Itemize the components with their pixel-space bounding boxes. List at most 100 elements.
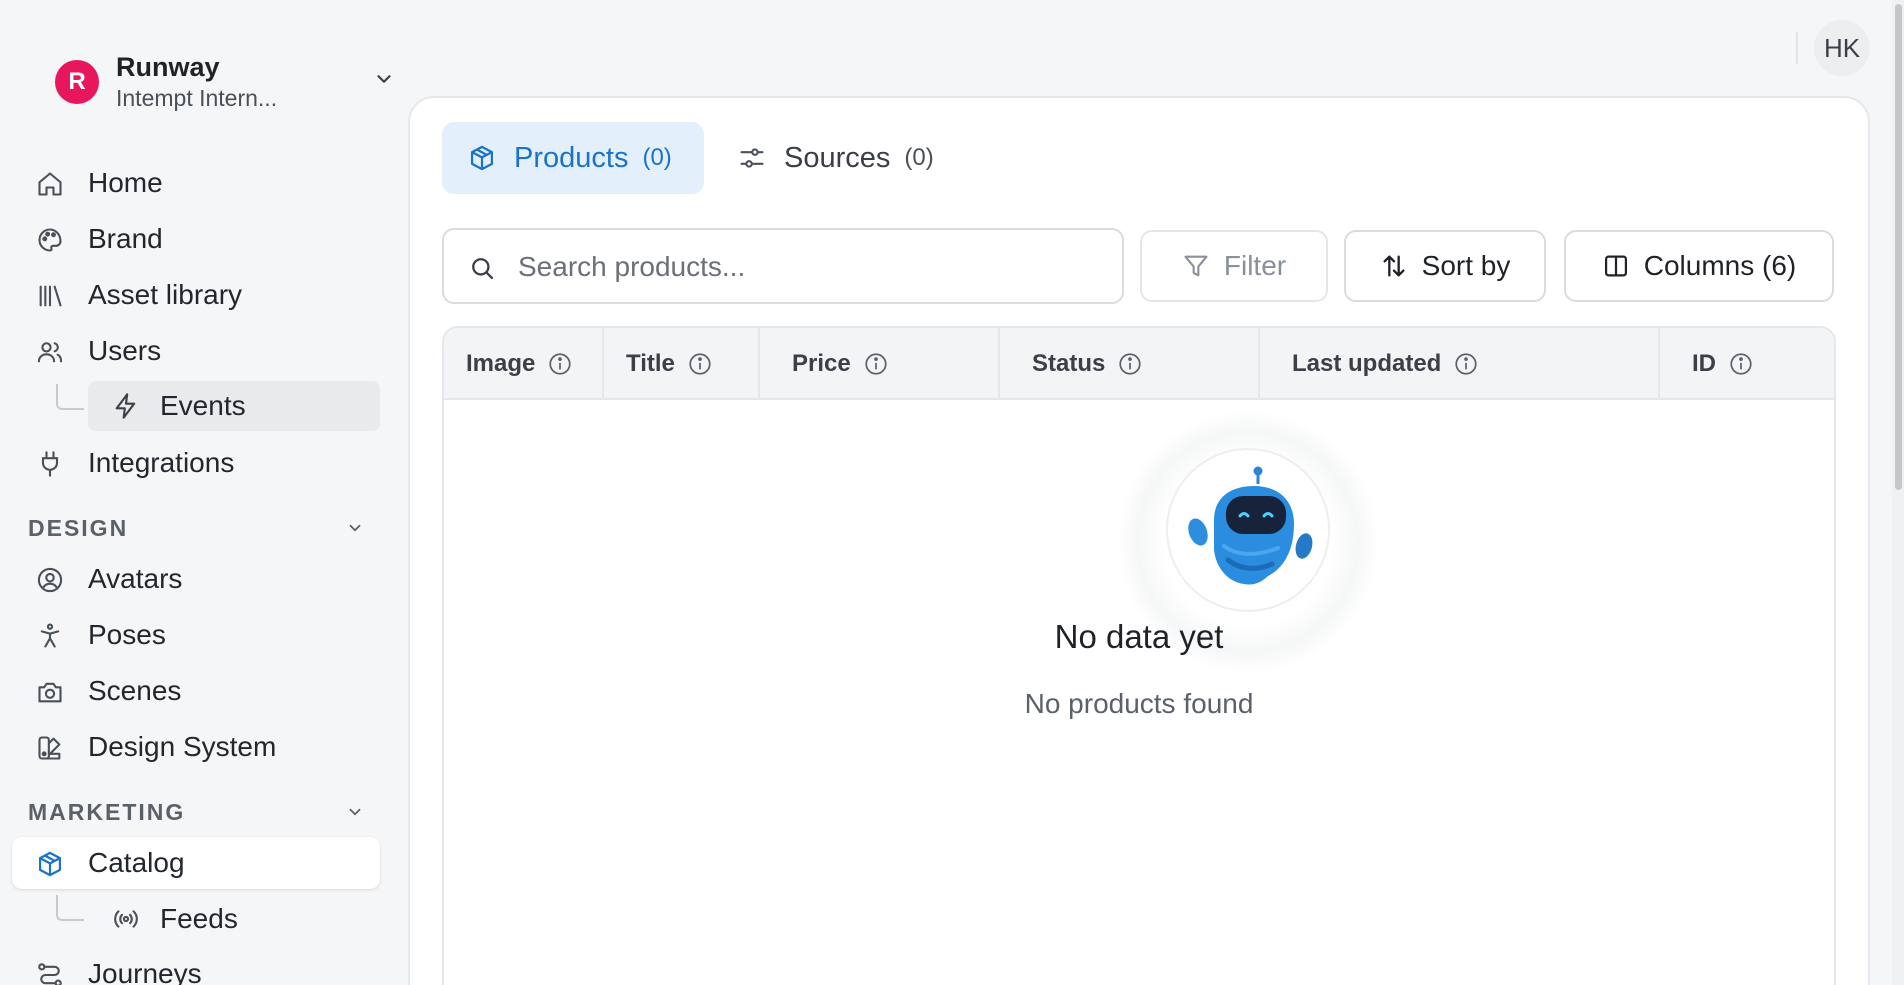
column-label: Image xyxy=(466,350,536,377)
sidebar-item-label: Integrations xyxy=(88,447,235,478)
sidebar-item-label: Catalog xyxy=(88,847,185,878)
info-icon[interactable] xyxy=(1117,351,1143,377)
columns-button[interactable]: Columns (6) xyxy=(1564,230,1834,302)
column-label: Last updated xyxy=(1292,350,1442,377)
filter-icon xyxy=(1182,252,1210,280)
sidebar-item-poses[interactable]: Poses xyxy=(12,609,380,661)
columns-icon xyxy=(1602,252,1630,280)
sidebar-item-label: Design System xyxy=(88,731,277,762)
column-header-last-updated[interactable]: Last updated xyxy=(1260,328,1660,400)
org-subtitle: Intempt Intern... xyxy=(116,85,278,111)
box-icon xyxy=(36,850,64,878)
section-heading: DESIGN xyxy=(28,514,129,541)
search-icon xyxy=(472,258,494,280)
sidebar-item-label: Feeds xyxy=(160,903,238,934)
sort-arrows-icon xyxy=(1380,252,1408,280)
sidebar-item-label: Brand xyxy=(88,223,163,254)
swatch-icon xyxy=(36,734,64,762)
sidebar-item-label: Scenes xyxy=(88,675,182,706)
empty-state-subtitle: No products found xyxy=(1024,688,1254,719)
sidebar-item-label: Events xyxy=(160,390,246,421)
tab-count: (0) xyxy=(642,144,672,171)
tab-products[interactable]: Products (0) xyxy=(442,122,704,194)
section-design[interactable]: DESIGN xyxy=(28,510,380,546)
org-name: Runway xyxy=(116,52,220,82)
info-icon[interactable] xyxy=(1453,351,1479,377)
column-header-title[interactable]: Title xyxy=(604,328,760,400)
users-icon xyxy=(36,338,64,366)
sidebar-item-integrations[interactable]: Integrations xyxy=(12,437,380,489)
sidebar-item-avatars[interactable]: Avatars xyxy=(12,553,380,605)
palette-icon xyxy=(36,226,64,254)
bolt-icon xyxy=(112,392,140,420)
sidebar-item-label: Asset library xyxy=(88,279,243,310)
column-header-status[interactable]: Status xyxy=(1000,328,1260,400)
search-box xyxy=(442,228,1124,304)
user-circle-icon xyxy=(36,566,64,594)
info-icon[interactable] xyxy=(863,351,889,377)
robot-mascot-icon xyxy=(1166,448,1330,612)
main-panel: Products (0) Sources (0) Filter Sort by … xyxy=(408,96,1870,985)
info-icon[interactable] xyxy=(547,351,573,377)
column-label: Status xyxy=(1032,350,1106,377)
column-header-price[interactable]: Price xyxy=(760,328,1000,400)
info-icon[interactable] xyxy=(687,351,713,377)
tab-label: Sources xyxy=(784,141,891,174)
chevron-down-icon xyxy=(349,524,361,532)
library-icon xyxy=(36,282,64,310)
sidebar-item-feeds[interactable]: Feeds xyxy=(88,894,380,944)
chevron-down-icon xyxy=(349,808,361,816)
sidebar-item-design-system[interactable]: Design System xyxy=(12,721,380,773)
section-marketing[interactable]: MARKETING xyxy=(28,794,380,830)
sidebar-item-events[interactable]: Events xyxy=(88,381,380,431)
column-label: Price xyxy=(792,350,851,377)
scrollbar-thumb[interactable] xyxy=(1895,4,1902,490)
broadcast-icon xyxy=(112,905,140,933)
tab-sources[interactable]: Sources (0) xyxy=(712,122,942,194)
filter-label: Filter xyxy=(1223,250,1287,281)
filter-button[interactable]: Filter xyxy=(1140,230,1328,302)
column-label: Title xyxy=(626,350,675,377)
sidebar-item-home[interactable]: Home xyxy=(12,157,380,209)
sidebar: R Runway Intempt Intern... Home Brand As… xyxy=(0,0,392,985)
empty-state: No data yet No products found xyxy=(444,400,1834,985)
chevron-down-icon xyxy=(377,75,391,83)
route-icon xyxy=(36,961,64,985)
home-icon xyxy=(36,170,64,198)
sidebar-item-label: Journeys xyxy=(88,958,202,985)
sidebar-item-label: Home xyxy=(88,167,163,198)
sidebar-item-label: Avatars xyxy=(88,563,183,594)
sidebar-item-brand[interactable]: Brand xyxy=(12,213,380,265)
column-label: ID xyxy=(1692,350,1716,377)
products-table: Image Title Price Status Last updated ID xyxy=(442,326,1836,985)
tree-connector xyxy=(56,384,84,410)
box-icon xyxy=(468,144,496,172)
columns-label: Columns (6) xyxy=(1643,250,1797,281)
sort-button[interactable]: Sort by xyxy=(1344,230,1546,302)
sidebar-item-users[interactable]: Users xyxy=(12,325,380,377)
sidebar-item-label: Poses xyxy=(88,619,166,650)
table-header: Image Title Price Status Last updated ID xyxy=(444,328,1834,400)
header-divider xyxy=(1796,32,1798,64)
sidebar-item-catalog[interactable]: Catalog xyxy=(12,837,380,889)
user-avatar[interactable]: HK xyxy=(1814,20,1870,76)
plug-icon xyxy=(36,450,64,478)
sidebar-item-asset-library[interactable]: Asset library xyxy=(12,269,380,321)
sliders-icon xyxy=(738,144,766,172)
camera-icon xyxy=(36,678,64,706)
sidebar-item-label: Users xyxy=(88,335,162,366)
search-input[interactable] xyxy=(518,246,1108,288)
sort-label: Sort by xyxy=(1421,250,1511,281)
empty-state-title: No data yet xyxy=(1054,618,1224,655)
sidebar-item-scenes[interactable]: Scenes xyxy=(12,665,380,717)
org-avatar: R xyxy=(55,60,99,104)
person-pose-icon xyxy=(36,622,64,650)
org-switcher[interactable]: R Runway Intempt Intern... xyxy=(55,48,391,116)
section-heading: MARKETING xyxy=(28,798,186,825)
tab-label: Products xyxy=(514,141,629,174)
tab-count: (0) xyxy=(904,144,934,171)
column-header-image[interactable]: Image xyxy=(444,328,604,400)
column-header-id[interactable]: ID xyxy=(1660,328,1834,400)
sidebar-item-journeys[interactable]: Journeys xyxy=(12,948,380,985)
info-icon[interactable] xyxy=(1728,351,1754,377)
